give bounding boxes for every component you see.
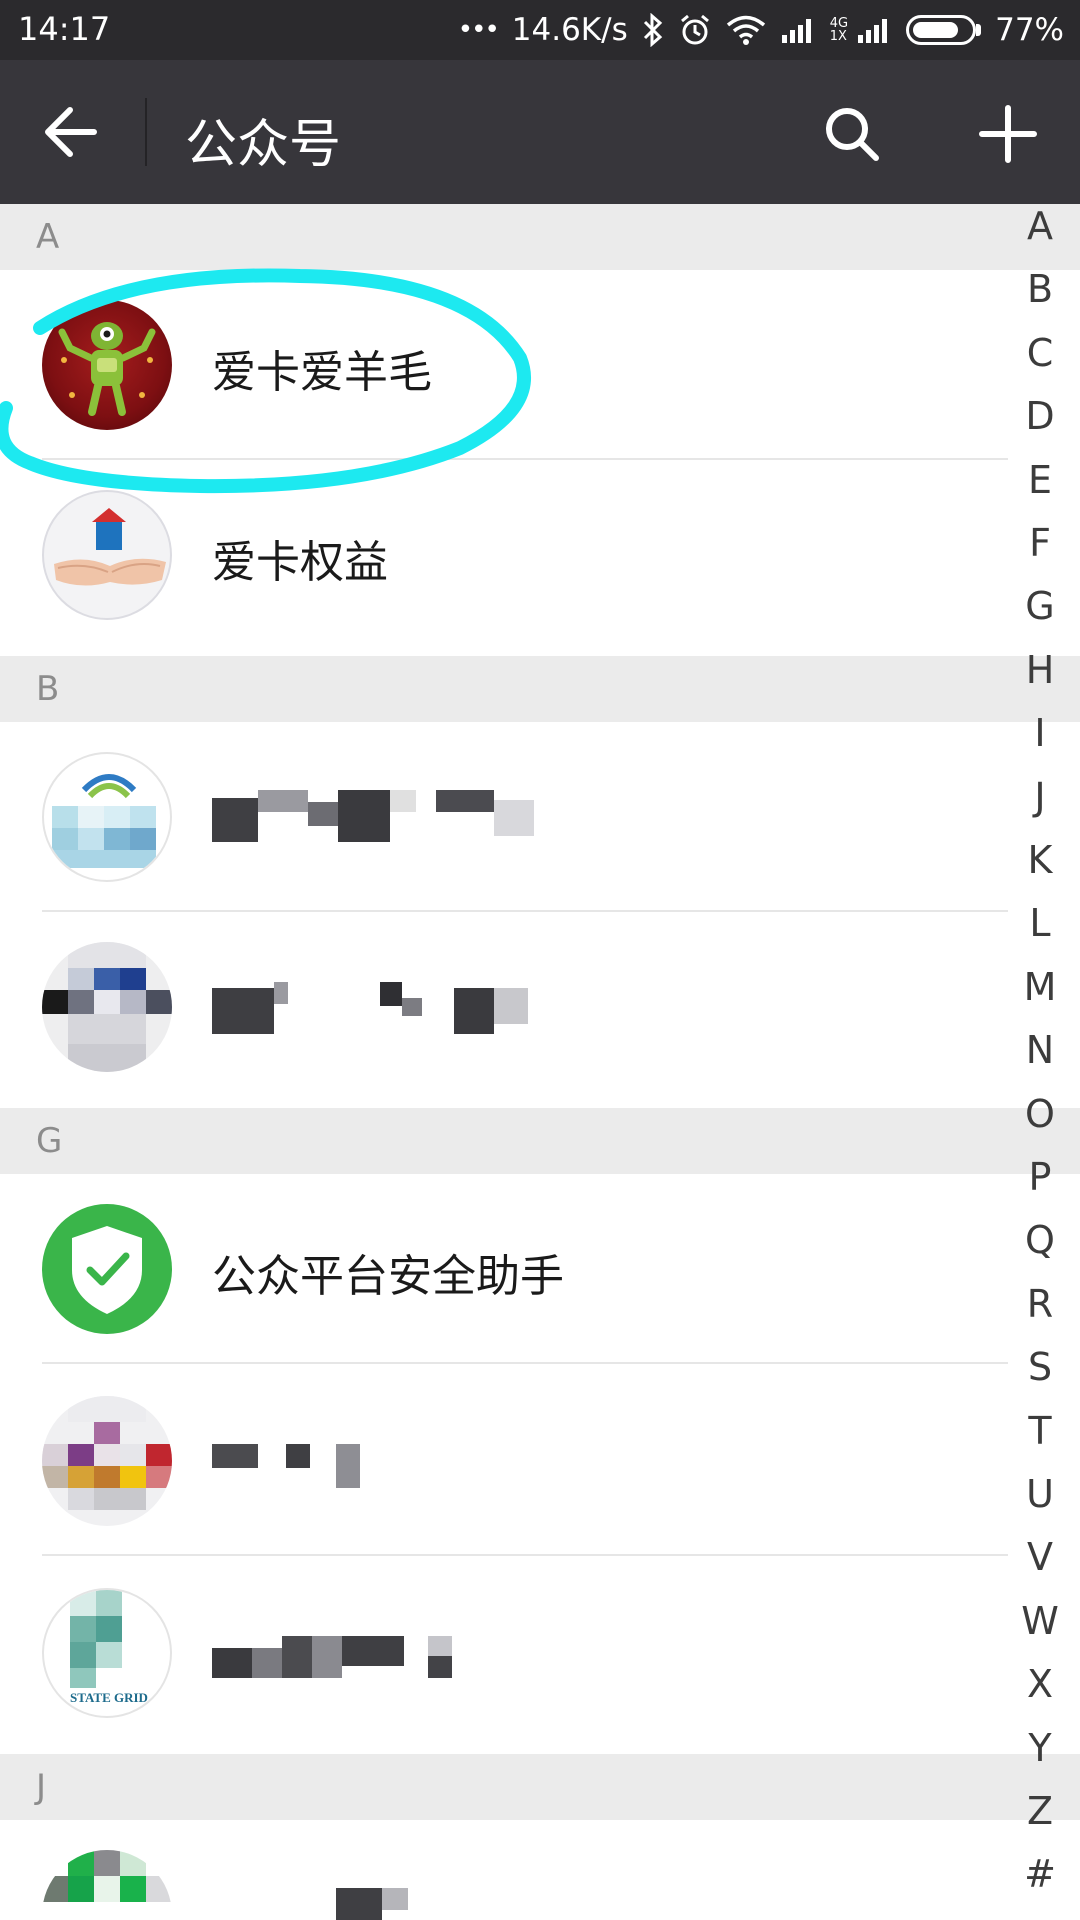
row-divider xyxy=(42,1554,1008,1556)
header-divider xyxy=(145,98,147,166)
list-item[interactable] xyxy=(0,1366,1080,1556)
index-letter-i[interactable]: I xyxy=(1016,711,1064,755)
shield-check-avatar xyxy=(42,1204,172,1334)
network-speed: 14.6K/s xyxy=(511,12,628,48)
shield-check-icon xyxy=(72,1226,142,1314)
robot-avatar xyxy=(42,300,172,430)
list-item[interactable] xyxy=(0,722,1080,912)
signal-icon xyxy=(781,19,811,43)
index-letter-s[interactable]: S xyxy=(1016,1345,1064,1389)
index-letter-y[interactable]: Y xyxy=(1016,1726,1064,1770)
plus-icon xyxy=(979,105,1037,163)
index-letter-r[interactable]: R xyxy=(1016,1282,1064,1326)
index-letter-c[interactable]: C xyxy=(1016,331,1064,375)
index-letter-q[interactable]: Q xyxy=(1016,1218,1064,1262)
index-letter-x[interactable]: X xyxy=(1016,1662,1064,1706)
account-name: 爱卡权益 xyxy=(212,537,388,588)
redacted-name xyxy=(212,1438,372,1496)
index-letter-v[interactable]: V xyxy=(1016,1535,1064,1579)
account-name: 爱卡爱羊毛 xyxy=(212,347,432,398)
redacted-name xyxy=(212,982,592,1040)
status-icons: ••• 14.6K/s 4G 1X 77% xyxy=(458,8,1064,52)
row-divider xyxy=(42,1362,1008,1364)
list-item[interactable] xyxy=(0,912,1080,1102)
signal-icon-2 xyxy=(858,19,888,43)
list-item[interactable]: 爱卡权益 xyxy=(0,460,1080,650)
index-letter-e[interactable]: E xyxy=(1016,458,1064,502)
battery-icon xyxy=(906,15,977,45)
state-grid-label: STATE GRID xyxy=(70,1690,148,1705)
index-letter-k[interactable]: K xyxy=(1016,838,1064,882)
pixelated-avatar xyxy=(42,942,172,1072)
redacted-name xyxy=(212,1630,512,1688)
house-in-hands-avatar xyxy=(42,490,172,620)
section-header-b: B xyxy=(0,656,1080,722)
list-item[interactable]: STATE GRID xyxy=(0,1558,1080,1748)
back-button[interactable] xyxy=(32,92,112,172)
network-type: 4G 1X xyxy=(829,16,849,44)
index-letter-p[interactable]: P xyxy=(1016,1155,1064,1199)
pixelated-avatar: STATE GRID xyxy=(42,1588,172,1718)
list-item[interactable]: 公众平台安全助手 xyxy=(0,1174,1080,1364)
index-letter-hash[interactable]: # xyxy=(1016,1852,1064,1896)
robot-icon xyxy=(58,322,156,416)
index-letter-h[interactable]: H xyxy=(1016,648,1064,692)
index-letter-a[interactable]: A xyxy=(1016,204,1064,248)
pixelated-logo xyxy=(42,1850,172,1902)
index-letter-j[interactable]: J xyxy=(1016,775,1064,819)
wifi-icon xyxy=(726,15,765,45)
index-letter-l[interactable]: L xyxy=(1016,901,1064,945)
arrow-left-icon xyxy=(45,107,97,157)
list-item[interactable]: 爱卡爱羊毛 xyxy=(0,270,1080,460)
index-letter-f[interactable]: F xyxy=(1016,521,1064,565)
alarm-clock-icon xyxy=(680,14,709,45)
alphabet-index[interactable]: A B C D E F G H I J K L M N O P Q R S T U V W X Y Z # xyxy=(1008,204,1080,1920)
status-time: 14:17 xyxy=(18,10,111,48)
top-app-bar: 公众号 xyxy=(0,60,1080,204)
list-item[interactable] xyxy=(0,1820,1080,1920)
index-letter-b[interactable]: B xyxy=(1016,267,1064,311)
section-header-a: A xyxy=(0,204,1080,270)
pixelated-logo: STATE GRID xyxy=(70,1590,148,1705)
index-letter-t[interactable]: T xyxy=(1016,1409,1064,1453)
index-letter-n[interactable]: N xyxy=(1016,1028,1064,1072)
pixelated-avatar xyxy=(42,1850,172,1920)
pixelated-avatar xyxy=(42,752,172,882)
index-letter-g[interactable]: G xyxy=(1016,584,1064,628)
redacted-name xyxy=(212,1888,512,1920)
search-icon xyxy=(826,108,879,161)
search-button[interactable] xyxy=(810,92,894,176)
more-dots-icon: ••• xyxy=(457,15,500,45)
index-letter-d[interactable]: D xyxy=(1016,394,1064,438)
section-header-g: G xyxy=(0,1108,1080,1174)
battery-percent: 77% xyxy=(995,12,1064,48)
status-bar: 14:17 ••• 14.6K/s 4G 1X 77% xyxy=(0,0,1080,60)
section-header-j: J xyxy=(0,1754,1080,1820)
index-letter-o[interactable]: O xyxy=(1016,1092,1064,1136)
add-button[interactable] xyxy=(966,92,1050,176)
pixelated-logo xyxy=(42,942,172,1072)
bluetooth-icon xyxy=(643,13,662,47)
pixelated-avatar xyxy=(42,1396,172,1526)
pixelated-logo xyxy=(52,774,156,868)
index-letter-u[interactable]: U xyxy=(1016,1472,1064,1516)
index-letter-w[interactable]: W xyxy=(1016,1599,1064,1643)
house-hands-icon xyxy=(54,508,166,586)
page-title: 公众号 xyxy=(185,115,342,175)
index-letter-z[interactable]: Z xyxy=(1016,1789,1064,1833)
redacted-name xyxy=(212,790,542,848)
pixelated-logo xyxy=(42,1396,172,1510)
index-letter-m[interactable]: M xyxy=(1016,965,1064,1009)
account-name: 公众平台安全助手 xyxy=(212,1251,564,1302)
